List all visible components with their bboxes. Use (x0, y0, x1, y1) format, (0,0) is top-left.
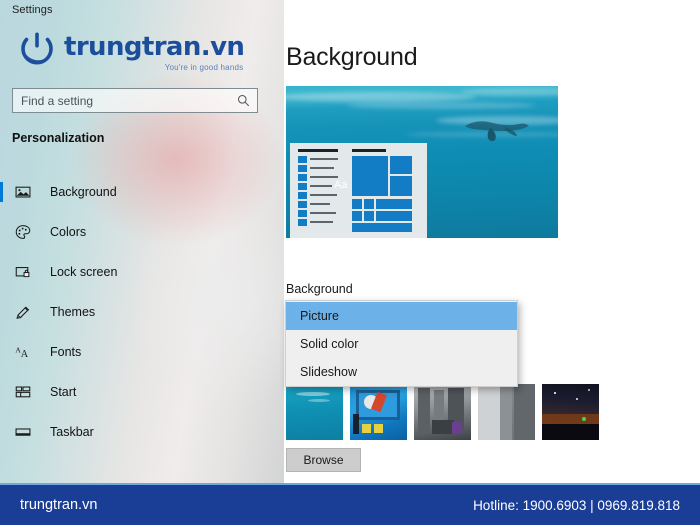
brand-logo: trungtran.vn You're in good hands (16, 26, 245, 72)
sidebar-item-themes[interactable]: Themes (0, 292, 284, 332)
desktop-preview: Aa (286, 86, 558, 238)
sidebar-item-lock-screen[interactable]: Lock screen (0, 252, 284, 292)
brand-name: trungtran.vn (64, 32, 245, 62)
content-pane: Background Aa Background Browse (284, 0, 700, 483)
sidebar-item-background[interactable]: Background (0, 172, 284, 212)
dropdown-option-picture[interactable]: Picture (286, 302, 517, 330)
lock-screen-icon (12, 262, 34, 282)
palette-icon (12, 222, 34, 242)
preview-sample-text: Aa (334, 179, 348, 191)
footer-brand: trungtran.vn (20, 497, 98, 513)
sidebar-item-fonts[interactable]: A A Fonts (0, 332, 284, 372)
image-icon (12, 182, 34, 202)
dropdown-option-solid-color[interactable]: Solid color (286, 330, 517, 358)
sidebar-item-taskbar[interactable]: Taskbar (0, 412, 284, 452)
sidebar: Settings trungtran.vn You're in good han… (0, 0, 284, 483)
selection-indicator (0, 182, 3, 202)
sidebar-item-label: Themes (50, 305, 96, 319)
sidebar-item-colors[interactable]: Colors (0, 212, 284, 252)
fonts-aa-icon: A A (12, 342, 34, 362)
footer-bar: trungtran.vn Hotline: 1900.6903 | 0969.8… (0, 483, 700, 525)
diver-silhouette (465, 121, 529, 142)
start-grid-icon (12, 382, 34, 402)
dropdown-option-slideshow[interactable]: Slideshow (286, 358, 517, 386)
brand-wordmark: trungtran.vn You're in good hands (64, 32, 245, 72)
sidebar-nav: Background Colors Lock screen Themes A A… (0, 172, 284, 452)
title-bar: Settings (0, 0, 284, 22)
sidebar-item-label: Colors (50, 225, 87, 239)
list-item[interactable] (542, 384, 599, 440)
page-title: Background (286, 43, 418, 71)
sidebar-item-label: Start (50, 385, 77, 399)
search-icon[interactable] (237, 94, 257, 107)
background-type-dropdown[interactable]: Picture Solid color Slideshow (285, 300, 518, 387)
window-title: Settings (12, 4, 53, 16)
sidebar-item-start[interactable]: Start (0, 372, 284, 412)
list-item[interactable] (478, 384, 535, 440)
recent-images-list (286, 384, 599, 440)
sidebar-item-label: Lock screen (50, 265, 118, 279)
footer-hotline: Hotline: 1900.6903 | 0969.819.818 (473, 498, 680, 513)
sidebar-item-label: Taskbar (50, 425, 94, 439)
brand-tagline: You're in good hands (164, 63, 244, 72)
power-icon (16, 27, 58, 69)
list-item[interactable] (414, 384, 471, 440)
paintbrush-icon (12, 302, 34, 322)
browse-button[interactable]: Browse (286, 448, 361, 472)
svg-text:A: A (21, 349, 29, 360)
sidebar-item-label: Fonts (50, 345, 82, 359)
search-input-text[interactable]: Find a setting (13, 94, 237, 108)
search-input[interactable]: Find a setting (12, 88, 258, 113)
list-item[interactable] (350, 384, 407, 440)
preview-window-mockup: Aa (290, 143, 427, 238)
taskbar-icon (12, 422, 34, 442)
list-item[interactable] (286, 384, 343, 440)
sidebar-heading: Personalization (12, 131, 105, 145)
background-section-label: Background (286, 282, 353, 296)
sidebar-item-label: Background (50, 185, 117, 199)
settings-window: Settings trungtran.vn You're in good han… (0, 0, 700, 525)
